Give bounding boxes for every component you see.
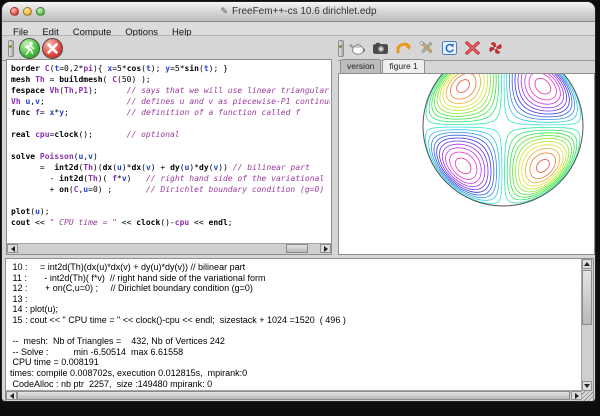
code-line: = int2d(Th)(dx(u)*dx(v) + dy(u)*dy(v)) /… — [11, 162, 330, 173]
iso-line — [450, 152, 477, 179]
iso-line — [443, 74, 484, 107]
toolbar-right — [335, 37, 508, 59]
snapshot-button[interactable] — [370, 39, 391, 58]
resize-grip[interactable] — [581, 391, 593, 401]
code-line: fespace Vh(Th,P1); // says that we will … — [11, 85, 330, 96]
iso-line — [537, 160, 550, 173]
camera-icon — [371, 40, 390, 56]
close-figure-button[interactable] — [462, 39, 483, 58]
iso-line — [455, 158, 471, 174]
console-line: 11 : - int2d(Th)( f*v) // right hand sid… — [10, 273, 581, 284]
console-output[interactable]: 10 : = int2d(Th)(dx(u)*dx(v) + dy(u)*dy(… — [7, 260, 581, 391]
editor-hscroll-thumb[interactable] — [286, 244, 308, 253]
title-bar[interactable]: ✎FreeFem++-cs 10.6 dirichlet.edp — [2, 2, 595, 22]
console-vscrollbar[interactable] — [581, 259, 593, 391]
console-vscroll-thumb[interactable] — [582, 270, 592, 325]
console-line: 10 : = int2d(Th)(dx(u)*dx(v) + dy(u)*dy(… — [10, 262, 581, 273]
console-hscrollbar[interactable] — [6, 390, 582, 401]
busy-indicator-button[interactable] — [485, 39, 506, 58]
reload-button[interactable] — [439, 39, 460, 58]
editor-scroll-right-button[interactable] — [320, 244, 331, 253]
code-line: mesh Th = buildmesh( C(50) ); — [11, 74, 330, 85]
code-editor-pane: border C(t=0,2*pi){ x=5*cos(t); y=5*sin(… — [6, 59, 332, 255]
reload-icon — [440, 40, 459, 56]
figure-canvas[interactable] — [338, 73, 595, 255]
code-line: + on(C,u=0) ; // Dirichlet boundary cond… — [11, 184, 330, 195]
console-scroll-down-button[interactable] — [582, 381, 592, 391]
console-line: 13 : — [10, 294, 581, 305]
console-hscroll-thumb[interactable] — [17, 391, 570, 400]
console-scroll-left-button[interactable] — [6, 391, 17, 400]
console-line: 14 : plot(u); — [10, 304, 581, 315]
stop-button[interactable] — [42, 38, 63, 59]
console-line: 12 : + on(C,u=0) ; // Dirichlet boundary… — [10, 283, 581, 294]
rotate-view-button[interactable] — [393, 39, 414, 58]
settings-button[interactable] — [416, 39, 437, 58]
code-line: solve Poisson(u,v) — [11, 151, 330, 162]
code-area[interactable]: border C(t=0,2*pi){ x=5*cos(t); y=5*sin(… — [8, 61, 330, 244]
console-line: -- mesh: Nb of Triangles = 432, Nb of Ve… — [10, 336, 581, 347]
iso-line — [529, 74, 556, 100]
console-line: CPU time = 0.008191 — [10, 357, 581, 368]
runner-icon — [20, 39, 39, 58]
code-line: real cpu=clock(); // optional — [11, 129, 330, 140]
iso-line — [509, 74, 574, 120]
tab-figure-1[interactable]: figure 1 — [382, 59, 424, 73]
iso-line — [457, 80, 470, 93]
console-scroll-up-button[interactable] — [582, 259, 592, 269]
minimize-window-button[interactable] — [23, 7, 32, 16]
toolbar-grip-handle-right[interactable] — [338, 40, 344, 57]
toolbar-grip-handle[interactable] — [8, 40, 14, 57]
editor-scroll-left-button[interactable] — [7, 244, 18, 253]
code-line: func f= x*y; // definition of a function… — [11, 107, 330, 118]
teapot-icon — [348, 40, 367, 56]
console-line: -- Solve : min -6.50514 max 6.61558 — [10, 347, 581, 358]
editor-hscrollbar[interactable] — [7, 243, 331, 254]
iso-line — [535, 78, 551, 94]
iso-line — [521, 74, 564, 108]
orange-rotate-arrow-icon — [394, 40, 413, 56]
contour-plot — [339, 74, 594, 254]
figure-pane: versionfigure 1 — [338, 59, 595, 255]
console-line: CodeAlloc : nb ptr 2257, size :149480 mp… — [10, 379, 581, 390]
code-line — [11, 140, 330, 151]
console-line — [10, 326, 581, 337]
iso-line — [513, 136, 572, 195]
iso-line — [450, 74, 476, 99]
zoom-window-button[interactable] — [36, 7, 45, 16]
console-line: times: compile 0.008702s, execution 0.01… — [10, 368, 581, 379]
iso-line — [432, 74, 496, 119]
iso-line — [522, 145, 563, 186]
iso-line — [507, 130, 577, 200]
run-button[interactable] — [19, 38, 40, 59]
close-window-button[interactable] — [10, 7, 19, 16]
view-3d-button[interactable] — [347, 39, 368, 58]
code-line: Vh u,v; // defines u and v as piecewise-… — [11, 96, 330, 107]
traffic-lights — [10, 7, 45, 16]
window-title: ✎FreeFem++-cs 10.6 dirichlet.edp — [2, 2, 595, 21]
code-line: cout << " CPU time = " << clock()-cpu <<… — [11, 217, 330, 228]
cross-icon — [43, 39, 62, 58]
code-line: plot(u); — [11, 206, 330, 217]
tools-wrench-icon — [417, 40, 436, 56]
code-line: - int2d(Th)( f*v) // right hand side of … — [11, 173, 330, 184]
red-x-icon — [463, 40, 482, 56]
toolbar — [2, 36, 595, 61]
pinwheel-icon — [486, 40, 505, 56]
code-line — [11, 195, 330, 206]
document-pencil-icon: ✎ — [220, 6, 228, 16]
menu-bar: FileEditComputeOptionsHelp — [2, 22, 595, 36]
tab-version[interactable]: version — [340, 59, 381, 73]
figure-tabstrip: versionfigure 1 — [338, 59, 595, 73]
console-line: 15 : cout << " CPU time = " << clock()-c… — [10, 315, 581, 326]
toolbar-left — [5, 37, 63, 59]
app-window: ✎FreeFem++-cs 10.6 dirichlet.edp FileEdi… — [2, 2, 595, 401]
console-pane: 10 : = int2d(Th)(dx(u)*dx(v) + dy(u)*dy(… — [5, 258, 594, 401]
code-line: border C(t=0,2*pi){ x=5*cos(t); y=5*sin(… — [11, 63, 330, 74]
code-line — [11, 118, 330, 129]
iso-line — [434, 135, 494, 195]
